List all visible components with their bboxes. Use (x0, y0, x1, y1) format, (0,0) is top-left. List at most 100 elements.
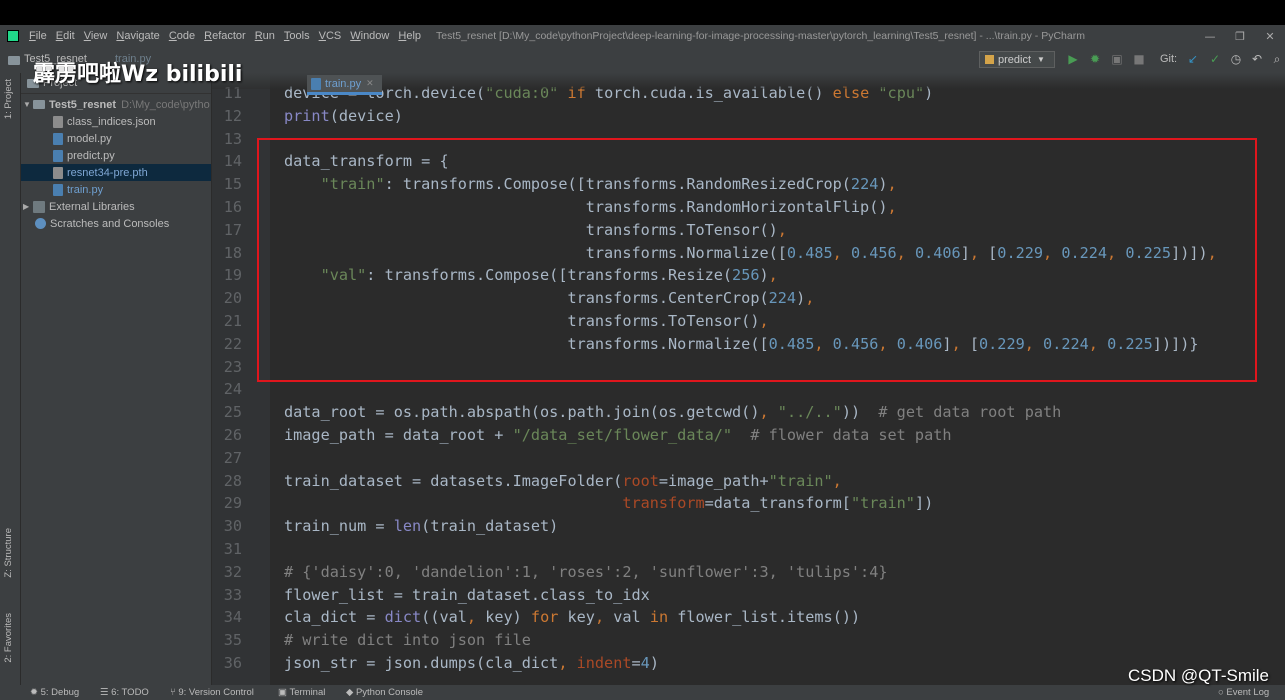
code-line[interactable]: 35 # write dict into json file (212, 629, 1285, 652)
menu-vcs[interactable]: VCS (319, 30, 342, 42)
tree-root[interactable]: ▼ Test5_resnet D:\My_code\pytho (21, 96, 211, 113)
code-line[interactable]: 33 flower_list = train_dataset.class_to_i… (212, 584, 1285, 607)
code-text: image_path = data_root + "/data_set/flow… (284, 426, 952, 444)
code-text: # write dict into json file (284, 631, 531, 650)
code-line[interactable]: 27 (212, 447, 1285, 470)
tab-train-py[interactable]: train.py ✕ (307, 75, 382, 95)
menu-refactor[interactable]: Refactor (204, 30, 246, 42)
tool-todo[interactable]: ☰ 6: TODO (100, 687, 149, 698)
python-file-icon (53, 183, 63, 196)
code-line[interactable]: 32 # {'daisy':0, 'dandelion':1, 'roses':2… (212, 561, 1285, 584)
stop-icon[interactable]: ■ (1132, 52, 1146, 66)
tree-file[interactable]: predict.py (21, 147, 211, 164)
run-config-select[interactable]: predict ▼ (979, 51, 1055, 68)
menu-tools[interactable]: Tools (284, 30, 310, 42)
folder-icon (8, 56, 20, 65)
search-icon[interactable]: ⌕ (1270, 52, 1284, 66)
git-revert-icon[interactable]: ↶ (1250, 52, 1264, 66)
editor-tab-bar: train.py ✕ (212, 73, 1285, 95)
code-text: data_root = os.path.abspath(os.path.join… (284, 403, 1062, 422)
restore-icon[interactable]: ❐ (1225, 25, 1255, 47)
line-number: 30 (223, 517, 242, 536)
line-number: 13 (223, 129, 242, 148)
code-line[interactable]: 25 data_root = os.path.abspath(os.path.jo… (212, 401, 1285, 424)
menu-run[interactable]: Run (255, 30, 275, 42)
line-number: 35 (223, 631, 242, 650)
line-number: 34 (223, 608, 242, 627)
python-icon: ◆ (346, 687, 356, 698)
pycharm-logo-icon (7, 30, 19, 42)
tool-terminal[interactable]: ▣ Terminal (278, 687, 325, 698)
line-number: 33 (223, 585, 242, 604)
tree-file-selected[interactable]: resnet34-pre.pth (21, 164, 211, 181)
tree-file-label: resnet34-pre.pth (67, 166, 148, 179)
window-title: Test5_resnet [D:\My_code\pythonProject\d… (436, 30, 1085, 42)
tree-file[interactable]: model.py (21, 130, 211, 147)
tab-structure[interactable]: Z: Structure (3, 528, 14, 578)
code-line[interactable]: 30 train_num = len(train_dataset) (212, 515, 1285, 538)
line-number: 27 (223, 448, 242, 467)
git-update-icon[interactable]: ↙ (1186, 52, 1200, 66)
menu-code[interactable]: Code (169, 30, 195, 42)
tree-external-libraries[interactable]: ▶ External Libraries (21, 198, 211, 215)
tool-version-control[interactable]: ⑂ 9: Version Control (170, 687, 254, 698)
minimize-icon[interactable]: — (1195, 25, 1225, 47)
code-line[interactable]: 12 print(device) (212, 105, 1285, 128)
python-file-icon (311, 77, 321, 90)
line-number: 36 (223, 654, 242, 672)
menu-navigate[interactable]: Navigate (116, 30, 159, 42)
code-line[interactable]: 26 image_path = data_root + "/data_set/fl… (212, 424, 1285, 447)
tree-scratches[interactable]: Scratches and Consoles (21, 215, 211, 232)
code-line[interactable]: 28 train_dataset = datasets.ImageFolder(r… (212, 470, 1285, 493)
chevron-down-icon: ▼ (1037, 55, 1045, 64)
run-icon[interactable]: ▶ (1066, 52, 1080, 66)
code-line[interactable]: 34 cla_dict = dict((val, key) for key, va… (212, 606, 1285, 629)
chevron-down-icon: ▼ (23, 100, 31, 109)
menu-help[interactable]: Help (398, 30, 421, 42)
json-file-icon (53, 115, 63, 128)
line-number: 28 (223, 471, 242, 490)
chevron-right-icon: ▶ (23, 202, 30, 211)
tool-debug[interactable]: ✹ 5: Debug (30, 687, 79, 698)
tool-python-console[interactable]: ◆ Python Console (346, 687, 423, 698)
tree-file[interactable]: class_indices.json (21, 113, 211, 130)
line-number: 20 (223, 289, 242, 308)
tab-favorites[interactable]: 2: Favorites (3, 613, 14, 663)
debug-icon: ✹ (30, 687, 41, 698)
library-icon (33, 200, 45, 213)
line-number: 15 (223, 175, 242, 194)
debug-icon[interactable]: ✹ (1088, 52, 1102, 66)
highlight-box (257, 138, 1257, 382)
code-line[interactable]: 31 (212, 538, 1285, 561)
csdn-watermark: CSDN @QT-Smile (1128, 666, 1269, 685)
menu-window[interactable]: Window (350, 30, 389, 42)
code-line[interactable]: 29 transform=data_transform["train"]) (212, 492, 1285, 515)
code-text: train_num = len(train_dataset) (284, 517, 559, 536)
line-number: 29 (223, 494, 242, 513)
menu-view[interactable]: View (84, 30, 108, 42)
python-icon (985, 55, 994, 64)
menu-file[interactable]: File (29, 30, 47, 42)
close-tab-icon[interactable]: ✕ (366, 78, 374, 89)
tree-file[interactable]: train.py (21, 181, 211, 198)
left-tool-strip: 1: Project Z: Structure 2: Favorites (0, 73, 21, 685)
todo-icon: ☰ (100, 687, 112, 698)
code-text: # {'daisy':0, 'dandelion':1, 'roses':2, … (284, 562, 888, 581)
git-commit-icon[interactable]: ✓ (1208, 52, 1222, 66)
tab-project[interactable]: 1: Project (3, 79, 14, 119)
line-number: 31 (223, 540, 242, 558)
tool-event-log[interactable]: ○ Event Log (1218, 687, 1269, 698)
tree-file-label: predict.py (67, 149, 115, 162)
git-label: Git: (1160, 53, 1178, 65)
line-number: 24 (223, 380, 242, 399)
coverage-icon[interactable]: ▣ (1110, 52, 1124, 66)
line-number: 22 (223, 334, 242, 353)
menu-edit[interactable]: Edit (56, 30, 75, 42)
code-text: flower_list = train_dataset.class_to_idx (284, 585, 650, 604)
python-file-icon (53, 132, 63, 145)
close-icon[interactable]: ✕ (1255, 25, 1285, 47)
code-line[interactable]: 36 json_str = json.dumps(cla_dict, indent… (212, 652, 1285, 675)
git-history-icon[interactable]: ◷ (1229, 52, 1243, 66)
code-text: cla_dict = dict((val, key) for key, val … (284, 608, 861, 627)
tree-file-label: model.py (67, 132, 112, 145)
